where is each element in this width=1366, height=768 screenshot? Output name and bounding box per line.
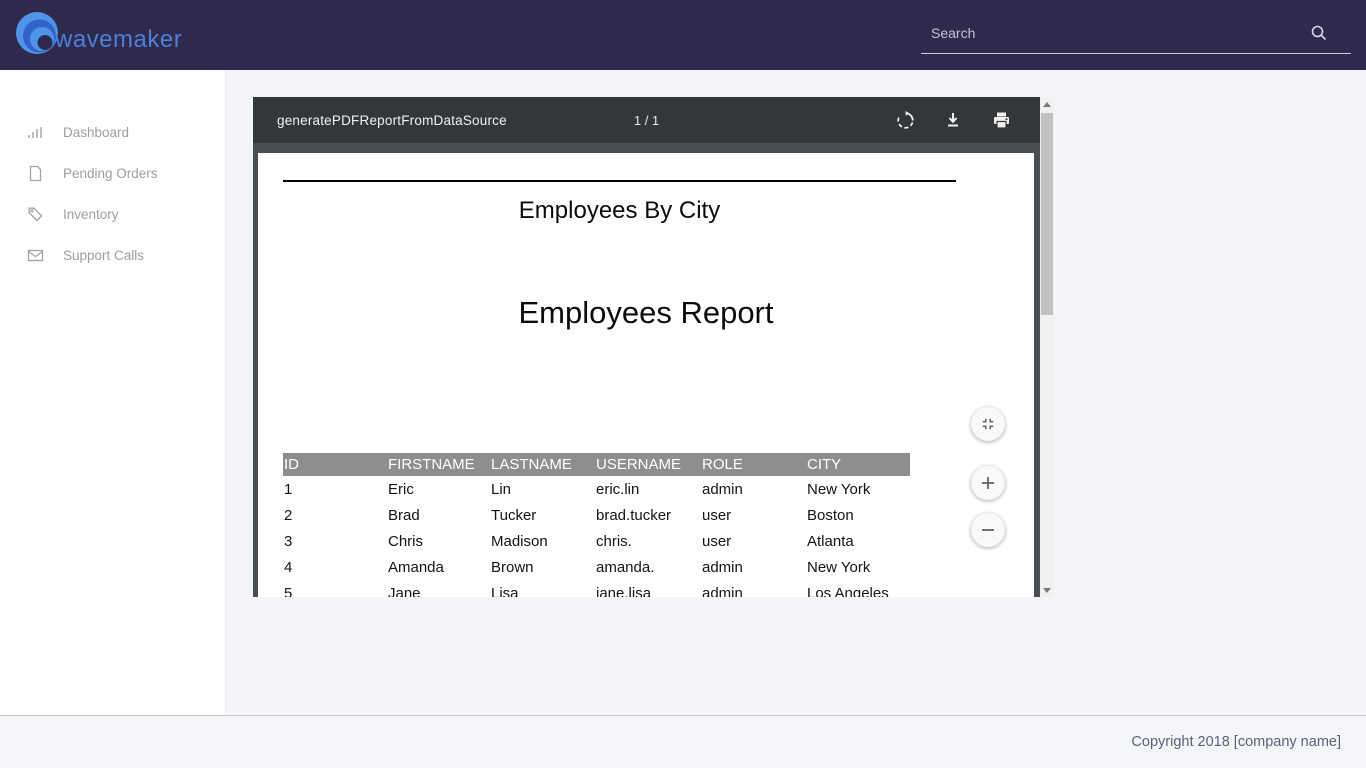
print-icon[interactable] (990, 109, 1012, 131)
envelope-icon (27, 247, 44, 264)
sidebar-item-label: Pending Orders (63, 166, 158, 181)
cell-id: 4 (283, 559, 387, 576)
cell-firstname: Amanda (387, 559, 490, 576)
cell-city: Atlanta (806, 533, 910, 550)
cell-username: eric.lin (595, 481, 701, 498)
sidebar-nav: Dashboard Pending Orders Inventory (0, 70, 225, 276)
sidebar-item-support-calls[interactable]: Support Calls (0, 235, 225, 276)
table-header-row: ID FIRSTNAME LASTNAME USERNAME ROLE CITY (283, 453, 910, 476)
search-input[interactable] (921, 18, 1351, 48)
cell-id: 1 (283, 481, 387, 498)
document-subtitle: Employees By City (283, 197, 956, 225)
table-row: 4 Amanda Brown amanda. admin New York (283, 554, 910, 580)
pdf-toolbar: generatePDFReportFromDataSource 1 / 1 (253, 97, 1040, 143)
pdf-page: Employees By City Employees Report ID FI… (258, 153, 1034, 597)
app-footer: Copyright 2018 [company name] (0, 715, 1366, 768)
cell-city: New York (806, 481, 910, 498)
cell-username: chris. (595, 533, 701, 550)
scroll-down-icon[interactable] (1040, 583, 1054, 597)
column-header: LASTNAME (490, 456, 595, 473)
cell-lastname: Tucker (490, 507, 595, 524)
cell-role: user (701, 533, 806, 550)
wavemaker-wave-icon (13, 9, 61, 62)
cell-role: admin (701, 481, 806, 498)
header-rule (283, 180, 956, 182)
pdf-scrollbar[interactable] (1040, 97, 1054, 597)
employees-table: ID FIRSTNAME LASTNAME USERNAME ROLE CITY… (283, 453, 910, 597)
column-header: ID (283, 456, 387, 473)
column-header: USERNAME (595, 456, 701, 473)
sidebar: Dashboard Pending Orders Inventory (0, 70, 226, 715)
cell-role: admin (701, 559, 806, 576)
cell-id: 3 (283, 533, 387, 550)
cell-lastname: Lisa (490, 585, 595, 598)
cell-firstname: Chris (387, 533, 490, 550)
cell-city: New York (806, 559, 910, 576)
document-title: Employees Report (258, 295, 1034, 331)
cell-id: 2 (283, 507, 387, 524)
cell-role: user (701, 507, 806, 524)
sidebar-item-label: Support Calls (63, 248, 144, 263)
table-row: 1 Eric Lin eric.lin admin New York (283, 476, 910, 502)
cell-firstname: Jane (387, 585, 490, 598)
column-header: ROLE (701, 456, 806, 473)
tag-icon (27, 206, 44, 223)
download-icon[interactable] (942, 109, 964, 131)
search-field (921, 18, 1351, 54)
cell-username: brad.tucker (595, 507, 701, 524)
scroll-up-icon[interactable] (1040, 97, 1054, 111)
document-header: Employees By City (283, 180, 956, 225)
cell-username: amanda. (595, 559, 701, 576)
cell-lastname: Madison (490, 533, 595, 550)
pdf-title: generatePDFReportFromDataSource (277, 113, 507, 128)
zoom-in-button[interactable] (971, 466, 1005, 500)
cell-city: Boston (806, 507, 910, 524)
pdf-content-area: Employees By City Employees Report ID FI… (253, 143, 1040, 597)
bar-chart-icon (27, 124, 44, 141)
sidebar-item-label: Inventory (63, 207, 119, 222)
fit-to-page-button[interactable] (971, 407, 1005, 441)
pdf-toolbar-actions (894, 109, 1012, 131)
cell-firstname: Eric (387, 481, 490, 498)
table-row: 2 Brad Tucker brad.tucker user Boston (283, 502, 910, 528)
cell-firstname: Brad (387, 507, 490, 524)
table-row: 5 Jane Lisa jane.lisa admin Los Angeles (283, 580, 910, 597)
pdf-viewer: generatePDFReportFromDataSource 1 / 1 (253, 97, 1054, 597)
sidebar-item-label: Dashboard (63, 125, 129, 140)
column-header: FIRSTNAME (387, 456, 490, 473)
zoom-out-button[interactable] (971, 513, 1005, 547)
app-header: wavemaker (0, 0, 1366, 70)
cell-lastname: Brown (490, 559, 595, 576)
wavemaker-logo: wavemaker (13, 9, 182, 62)
sidebar-item-inventory[interactable]: Inventory (0, 194, 225, 235)
copyright-text: Copyright 2018 [company name] (1131, 734, 1341, 750)
logo-text: wavemaker (55, 26, 182, 54)
pdf-page-indicator: 1 / 1 (634, 113, 659, 128)
cell-id: 5 (283, 585, 387, 598)
sidebar-item-pending-orders[interactable]: Pending Orders (0, 153, 225, 194)
sidebar-item-dashboard[interactable]: Dashboard (0, 112, 225, 153)
cell-role: admin (701, 585, 806, 598)
search-icon[interactable] (1309, 23, 1329, 48)
cell-lastname: Lin (490, 481, 595, 498)
scrollbar-thumb[interactable] (1041, 113, 1053, 315)
cell-city: Los Angeles (806, 585, 910, 598)
table-row: 3 Chris Madison chris. user Atlanta (283, 528, 910, 554)
main-content: generatePDFReportFromDataSource 1 / 1 (226, 70, 1366, 715)
rotate-icon[interactable] (894, 109, 916, 131)
document-icon (27, 165, 44, 182)
column-header: CITY (806, 456, 910, 473)
cell-username: jane.lisa (595, 585, 701, 598)
